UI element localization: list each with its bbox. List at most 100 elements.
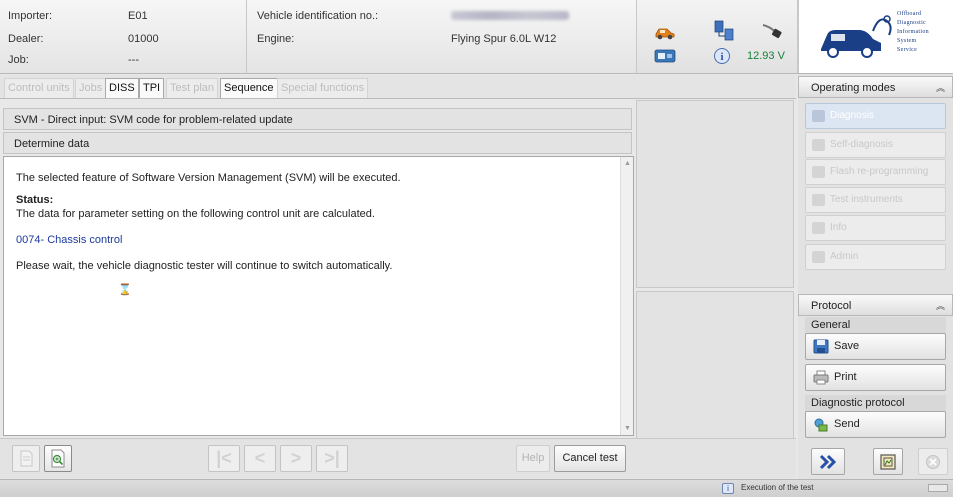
mode-self-diagnosis-button[interactable]: Self-diagnosis <box>805 132 946 158</box>
zoom-document-button[interactable] <box>44 445 72 472</box>
side-panel-bottom <box>636 291 794 443</box>
bottom-right-actions <box>798 444 953 479</box>
document-button[interactable] <box>12 445 40 472</box>
vin-label: Vehicle identification no.: <box>257 10 379 22</box>
dealer-info-panel: Importer: E01 Dealer: 01000 Job: --- <box>0 0 247 73</box>
help-button[interactable]: Help <box>516 445 550 472</box>
mode-info-label: Info <box>830 222 847 233</box>
importer-label: Importer: <box>8 10 53 22</box>
tab-jobs[interactable]: Jobs <box>75 78 107 98</box>
page-title: SVM - Direct input: SVM code for problem… <box>3 108 632 130</box>
mode-test-instruments-button[interactable]: Test instruments <box>805 187 946 213</box>
tab-sequence[interactable]: Sequence <box>220 78 278 98</box>
print-button[interactable]: Print <box>805 364 946 391</box>
tab-special-functions[interactable]: Special functions <box>277 78 369 98</box>
tab-test-plan[interactable]: Test plan <box>166 78 219 98</box>
mode-diagnosis-button[interactable]: Diagnosis <box>805 103 946 129</box>
job-value: --- <box>128 54 139 66</box>
diagnosis-icon <box>812 110 825 122</box>
odis-wordmark: Offboard Diagnostic Information System S… <box>897 10 929 55</box>
importer-value: E01 <box>128 10 148 22</box>
forward-button[interactable] <box>811 448 845 475</box>
mode-info-button[interactable]: Info <box>805 215 946 241</box>
stop-icon <box>926 455 940 469</box>
flash-icon <box>812 166 825 178</box>
tab-tpi[interactable]: TPI <box>139 78 165 98</box>
content-scrollbar[interactable]: ▲ ▼ <box>620 157 633 435</box>
connection-status-panel: i 12.93 V <box>637 0 798 73</box>
odis-logo: Offboard Diagnostic Information System S… <box>798 0 953 73</box>
mode-flash-label: Flash re-programming <box>830 166 929 177</box>
progress-indicator <box>928 484 948 492</box>
mode-admin-button[interactable]: Admin <box>805 244 946 270</box>
odis-word-5: Service <box>897 47 918 53</box>
network-icon <box>714 20 734 41</box>
send-label: Send <box>834 418 860 430</box>
vin-value-redacted <box>451 11 569 23</box>
usb-connection-icon <box>654 49 676 63</box>
mode-self-diagnosis-label: Self-diagnosis <box>830 139 893 150</box>
printer-icon <box>813 370 829 385</box>
protocol-title: Protocol <box>811 300 852 312</box>
status-text: The data for parameter setting on the fo… <box>16 208 375 220</box>
collapse-icon[interactable]: ︽ <box>936 295 945 317</box>
dealer-label: Dealer: <box>8 33 44 45</box>
next-step-button[interactable]: > <box>280 445 312 472</box>
floppy-disk-icon <box>813 339 829 354</box>
bottom-toolbar: |< < > >| Help Cancel test <box>0 438 796 478</box>
header-bar: Importer: E01 Dealer: 01000 Job: --- Veh… <box>0 0 953 74</box>
send-button[interactable]: Send <box>805 411 946 438</box>
magnifier-document-icon <box>51 449 65 468</box>
stop-button[interactable] <box>918 448 948 475</box>
right-panel: Operating modes ︽ Diagnosis Self-diagnos… <box>798 74 953 479</box>
operating-modes-header[interactable]: Operating modes ︽ <box>798 76 953 98</box>
screenshot-button[interactable] <box>873 448 903 475</box>
engine-label: Engine: <box>257 33 295 45</box>
status-bar-text: Execution of the test <box>741 483 814 492</box>
odis-word-3: Information <box>897 29 929 35</box>
hourglass-icon: ⌛ <box>118 284 132 296</box>
wait-text: Please wait, the vehicle diagnostic test… <box>16 260 393 272</box>
info-icon: i <box>714 48 730 64</box>
side-panel-top <box>636 100 794 288</box>
print-label: Print <box>834 371 857 383</box>
cancel-test-button[interactable]: Cancel test <box>554 445 626 472</box>
info-mode-icon <box>812 222 825 234</box>
document-icon <box>20 450 33 467</box>
engine-value: Flying Spur 6.0L W12 <box>451 33 557 45</box>
save-button[interactable]: Save <box>805 333 946 360</box>
scroll-up-icon[interactable]: ▲ <box>624 160 631 167</box>
odis-word-1: Offboard <box>897 11 922 17</box>
car-icon <box>655 28 675 40</box>
skip-first-icon: |< <box>216 448 232 468</box>
send-icon <box>814 418 828 432</box>
job-label: Job: <box>8 54 29 66</box>
save-label: Save <box>834 340 860 352</box>
first-step-button[interactable]: |< <box>208 445 240 472</box>
mode-flash-button[interactable]: Flash re-programming <box>805 159 946 185</box>
mode-admin-label: Admin <box>830 251 859 262</box>
scroll-down-icon[interactable]: ▼ <box>624 425 631 432</box>
diagnostic-cable-icon <box>762 24 782 39</box>
protocol-header[interactable]: Protocol ︽ <box>798 294 953 316</box>
tab-control-units[interactable]: Control units <box>4 78 74 98</box>
double-chevron-right-icon <box>819 454 837 470</box>
skip-last-icon: >| <box>324 448 340 468</box>
last-step-button[interactable]: >| <box>316 445 348 472</box>
odis-word-4: System <box>897 38 917 44</box>
status-bar: i Execution of the test <box>0 479 953 497</box>
operating-modes-title: Operating modes <box>811 82 896 94</box>
previous-step-button[interactable]: < <box>244 445 276 472</box>
admin-icon <box>812 251 825 263</box>
chevron-right-icon: > <box>290 448 302 468</box>
control-unit-link[interactable]: 0074- Chassis control <box>16 234 122 246</box>
collapse-icon[interactable]: ︽ <box>936 77 945 99</box>
battery-voltage: 12.93 V <box>747 50 785 62</box>
svg-text:i: i <box>720 51 723 63</box>
mode-test-instruments-label: Test instruments <box>830 194 903 205</box>
tab-diss[interactable]: DISS <box>105 78 139 98</box>
content-panel: The selected feature of Software Version… <box>3 156 634 436</box>
frame-capture-icon <box>880 454 896 470</box>
status-label: Status: <box>16 194 54 206</box>
dealer-value: 01000 <box>128 33 159 45</box>
